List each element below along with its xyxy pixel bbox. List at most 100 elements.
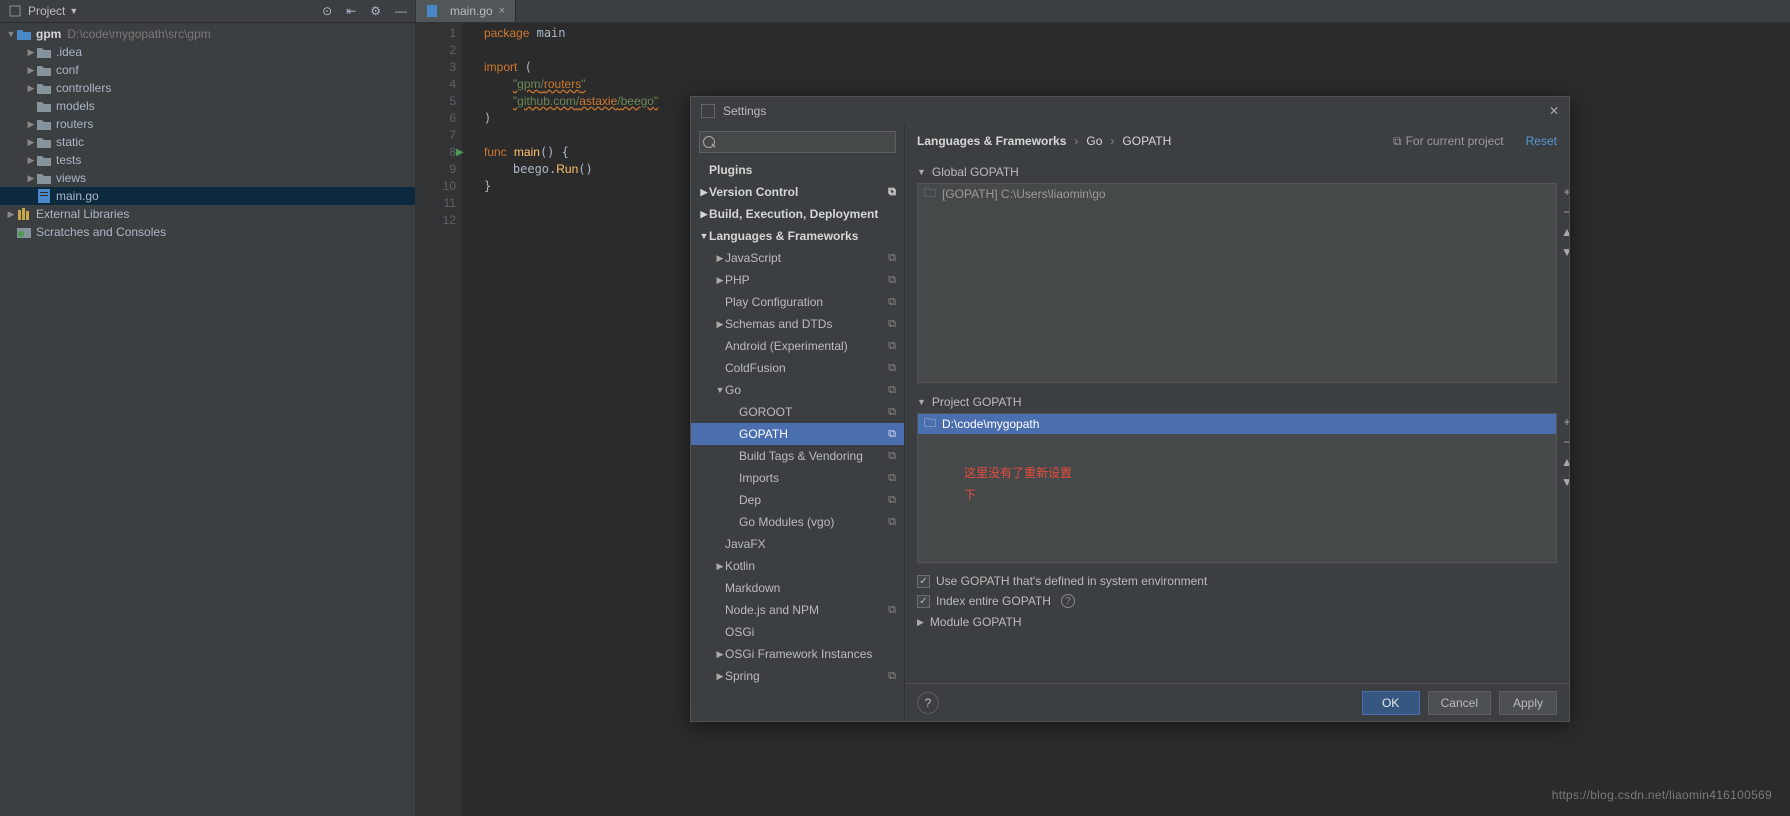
global-gopath-list[interactable]: 🗀[GOPATH] C:\Users\liaomin\go + − ▲ ▼ (917, 183, 1557, 383)
up-icon[interactable]: ▲ (1561, 224, 1569, 240)
close-icon[interactable]: ✕ (1549, 104, 1559, 118)
reset-link[interactable]: Reset (1526, 134, 1557, 148)
collapse-icon[interactable]: ⇤ (346, 4, 356, 18)
settings-search-input[interactable] (699, 131, 896, 153)
down-icon[interactable]: ▼ (1561, 244, 1569, 260)
tree-file-selected[interactable]: ▶main.go (0, 187, 415, 205)
dropdown-icon[interactable]: ▼ (69, 6, 78, 16)
nav-schemas[interactable]: ▶Schemas and DTDs⧉ (691, 313, 904, 335)
tree-folder[interactable]: ▶.idea (0, 43, 415, 61)
locate-icon[interactable]: ⊙ (322, 4, 332, 18)
folder-icon: 🗀 (924, 414, 936, 435)
nav-osgi[interactable]: OSGi (691, 621, 904, 643)
nav-javafx[interactable]: JavaFX (691, 533, 904, 555)
tree-folder[interactable]: ▶tests (0, 151, 415, 169)
editor-tabbar: main.go × (416, 0, 1790, 23)
folder-icon (36, 46, 52, 58)
nav-play[interactable]: Play Configuration⧉ (691, 291, 904, 313)
help-button[interactable]: ? (917, 692, 939, 714)
add-icon[interactable]: + (1563, 414, 1569, 430)
tree-folder[interactable]: ▶routers (0, 115, 415, 133)
settings-nav-list[interactable]: Plugins ▶Version Control⧉ ▶Build, Execut… (691, 159, 904, 721)
folder-icon: 🗀 (924, 184, 936, 205)
library-icon (16, 208, 32, 220)
chevron-right-icon[interactable]: ▶ (26, 65, 36, 76)
scope-icon: ⧉ (888, 406, 896, 419)
nav-android[interactable]: Android (Experimental)⧉ (691, 335, 904, 357)
tree-root[interactable]: ▼ gpm D:\code\mygopath\src\gpm (0, 25, 415, 43)
chevron-right-icon[interactable]: ▶ (26, 83, 36, 94)
index-gopath-checkbox[interactable]: ✓Index entire GOPATH? (917, 591, 1557, 611)
folder-icon (36, 118, 52, 130)
watermark-text: https://blog.csdn.net/liaomin416100569 (1552, 788, 1772, 802)
nav-goroot[interactable]: GOROOT⧉ (691, 401, 904, 423)
chevron-right-icon[interactable]: ▶ (26, 155, 36, 166)
global-gopath-head[interactable]: ▼Global GOPATH (917, 161, 1557, 183)
editor-tab[interactable]: main.go × (416, 0, 516, 22)
tree-folder[interactable]: ▶static (0, 133, 415, 151)
checkbox-checked-icon[interactable]: ✓ (917, 595, 930, 608)
remove-icon[interactable]: − (1563, 434, 1569, 450)
nav-plugins[interactable]: Plugins (691, 159, 904, 181)
scratches-consoles[interactable]: ▶Scratches and Consoles (0, 223, 415, 241)
chevron-right-icon[interactable]: ▶ (6, 209, 16, 220)
project-gopath-head[interactable]: ▼Project GOPATH (917, 391, 1557, 413)
module-gopath-head[interactable]: ▶Module GOPATH (917, 611, 1557, 633)
nav-php[interactable]: ▶PHP⧉ (691, 269, 904, 291)
ok-button[interactable]: OK (1362, 691, 1420, 715)
scope-icon: ⧉ (888, 516, 896, 529)
nav-dep[interactable]: Dep⧉ (691, 489, 904, 511)
remove-icon[interactable]: − (1563, 204, 1569, 220)
chevron-down-icon[interactable]: ▼ (6, 29, 16, 39)
nav-js[interactable]: ▶JavaScript⧉ (691, 247, 904, 269)
chevron-right-icon[interactable]: ▶ (26, 47, 36, 58)
tree-folder[interactable]: ▶controllers (0, 79, 415, 97)
nav-vgo[interactable]: Go Modules (vgo)⧉ (691, 511, 904, 533)
apply-button[interactable]: Apply (1499, 691, 1557, 715)
nav-vcs[interactable]: ▶Version Control⧉ (691, 181, 904, 203)
use-system-gopath-checkbox[interactable]: ✓Use GOPATH that's defined in system env… (917, 571, 1557, 591)
scope-icon: ⧉ (888, 318, 896, 331)
chevron-right-icon[interactable]: ▶ (26, 137, 36, 148)
nav-kotlin[interactable]: ▶Kotlin (691, 555, 904, 577)
list-item[interactable]: 🗀[GOPATH] C:\Users\liaomin\go (918, 184, 1556, 204)
cancel-button[interactable]: Cancel (1428, 691, 1491, 715)
up-icon[interactable]: ▲ (1561, 454, 1569, 470)
down-icon[interactable]: ▼ (1561, 474, 1569, 490)
nav-tags[interactable]: Build Tags & Vendoring⧉ (691, 445, 904, 467)
nav-node[interactable]: Node.js and NPM⧉ (691, 599, 904, 621)
checkbox-checked-icon[interactable]: ✓ (917, 575, 930, 588)
help-icon[interactable]: ? (1061, 594, 1075, 608)
go-file-icon (36, 189, 52, 203)
nav-osgifw[interactable]: ▶OSGi Framework Instances (691, 643, 904, 665)
project-tree[interactable]: ▼ gpm D:\code\mygopath\src\gpm ▶.idea ▶c… (0, 23, 415, 816)
go-file-icon (424, 5, 440, 17)
nav-lang[interactable]: ▼Languages & Frameworks (691, 225, 904, 247)
project-gopath-list[interactable]: 🗀D:\code\mygopath 这里没有了重新设置下 + − ▲ ▼ (917, 413, 1557, 563)
nav-spring[interactable]: ▶Spring⧉ (691, 665, 904, 687)
nav-build[interactable]: ▶Build, Execution, Deployment (691, 203, 904, 225)
scope-icon: ⧉ (888, 450, 896, 463)
list-item[interactable]: 🗀D:\code\mygopath (918, 414, 1556, 434)
nav-markdown[interactable]: Markdown (691, 577, 904, 599)
run-gutter-icon[interactable]: ▶ (456, 144, 464, 161)
project-tool-title[interactable]: Project (28, 4, 65, 18)
nav-go[interactable]: ▼Go⧉ (691, 379, 904, 401)
nav-cold[interactable]: ColdFusion⧉ (691, 357, 904, 379)
chevron-right-icon[interactable]: ▶ (26, 173, 36, 184)
external-libraries[interactable]: ▶External Libraries (0, 205, 415, 223)
chevron-right-icon[interactable]: ▶ (26, 119, 36, 130)
for-project-label: ⧉For current project (1393, 134, 1504, 149)
tree-folder[interactable]: ▶views (0, 169, 415, 187)
tree-folder[interactable]: ▶models (0, 97, 415, 115)
nav-imports[interactable]: Imports⧉ (691, 467, 904, 489)
tree-folder[interactable]: ▶conf (0, 61, 415, 79)
nav-gopath[interactable]: GOPATH⧉ (691, 423, 904, 445)
project-icon (8, 4, 22, 18)
close-icon[interactable]: × (499, 5, 505, 17)
folder-icon (36, 100, 52, 112)
hide-icon[interactable]: — (395, 4, 407, 18)
dialog-titlebar[interactable]: Settings ✕ (691, 97, 1569, 125)
settings-icon[interactable]: ⚙ (370, 4, 381, 18)
add-icon[interactable]: + (1563, 184, 1569, 200)
